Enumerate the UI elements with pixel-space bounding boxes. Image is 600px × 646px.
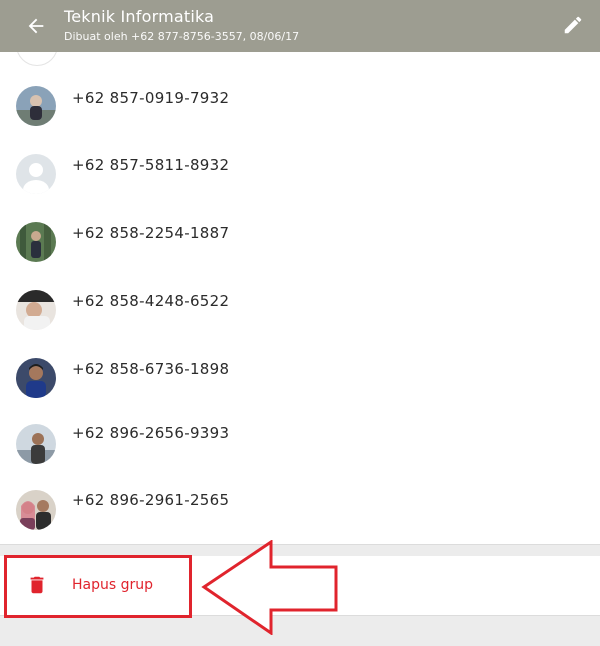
member-phone: +62 896-2656-9393 xyxy=(72,424,230,442)
member-avatar xyxy=(16,290,56,330)
group-subtitle: Dibuat oleh +62 877-8756-3557, 08/06/17 xyxy=(64,30,300,43)
member-item[interactable]: +62 858-6736-1898 xyxy=(0,348,600,408)
member-phone: +62 858-4248-6522 xyxy=(72,292,230,310)
member-avatar xyxy=(16,358,56,398)
member-item[interactable]: +62 857-0919-7932 xyxy=(0,76,600,136)
pencil-icon[interactable] xyxy=(558,10,588,40)
member-list: +62 857-0919-7932 +62 857-5811-8932 +62 … xyxy=(0,52,600,544)
member-phone: +62 857-5811-8932 xyxy=(72,156,230,174)
member-phone: +62 857-0919-7932 xyxy=(72,89,230,107)
highlight-box xyxy=(4,555,192,618)
group-info-screen: +62 857-0919-7932 +62 857-5811-8932 +62 … xyxy=(0,0,600,646)
arrow-left-icon xyxy=(201,540,338,635)
member-avatar xyxy=(16,424,56,464)
member-avatar xyxy=(16,490,56,530)
member-avatar xyxy=(16,222,56,262)
member-phone: +62 858-2254-1887 xyxy=(72,224,230,242)
member-item[interactable]: +62 858-2254-1887 xyxy=(0,212,600,272)
member-avatar xyxy=(16,154,56,194)
member-item[interactable]: +62 896-2656-9393 xyxy=(0,414,600,474)
member-item[interactable]: +62 896-2961-2565 xyxy=(0,480,600,540)
member-item[interactable]: +62 858-4248-6522 xyxy=(0,280,600,340)
member-phone: +62 896-2961-2565 xyxy=(72,491,230,509)
member-phone: +62 858-6736-1898 xyxy=(72,360,230,378)
arrow-back-icon[interactable] xyxy=(20,10,52,42)
member-avatar xyxy=(16,86,56,126)
member-item[interactable]: +62 857-5811-8932 xyxy=(0,144,600,204)
group-title: Teknik Informatika xyxy=(64,7,215,26)
app-bar: Teknik Informatika Dibuat oleh +62 877-8… xyxy=(0,0,600,52)
